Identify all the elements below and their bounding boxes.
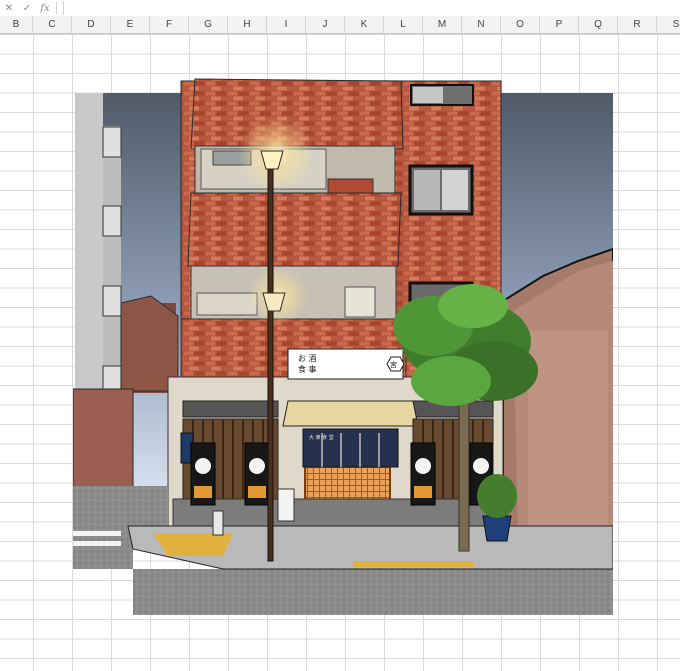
column-header-p[interactable]: P [540,16,579,33]
column-header-s[interactable]: S [657,16,680,33]
column-header-c[interactable]: C [33,16,72,33]
column-header-l[interactable]: L [384,16,423,33]
column-header-g[interactable]: G [189,16,228,33]
column-header-e[interactable]: E [111,16,150,33]
column-header-row: BCDEFGHIJKLMNOPQRS [0,16,680,34]
column-header-q[interactable]: Q [579,16,618,33]
column-header-j[interactable]: J [306,16,345,33]
column-header-n[interactable]: N [462,16,501,33]
shop-sign-line1: お 酒 [298,354,317,363]
shop-crest: 宮 [390,360,397,369]
check-icon[interactable]: ✓ [18,3,36,14]
function-button[interactable]: fx [36,3,54,14]
column-header-r[interactable]: R [618,16,657,33]
column-header-b[interactable]: B [0,16,33,33]
column-header-k[interactable]: K [345,16,384,33]
column-header-f[interactable]: F [150,16,189,33]
shop-sign-line2: 食 事 [298,364,317,374]
column-header-d[interactable]: D [72,16,111,33]
formula-input[interactable] [63,1,680,15]
column-header-h[interactable]: H [228,16,267,33]
formula-bar: ✕ ✓ fx [0,0,680,17]
noren-text: 大 衆 食 堂 [309,434,334,441]
column-header-o[interactable]: O [501,16,540,33]
formula-separator [56,2,57,14]
column-header-i[interactable]: I [267,16,306,33]
close-icon[interactable]: ✕ [0,3,18,14]
building-illustration: お 酒 食 事 宮 大 衆 食 堂 [73,78,613,615]
column-header-m[interactable]: M [423,16,462,33]
